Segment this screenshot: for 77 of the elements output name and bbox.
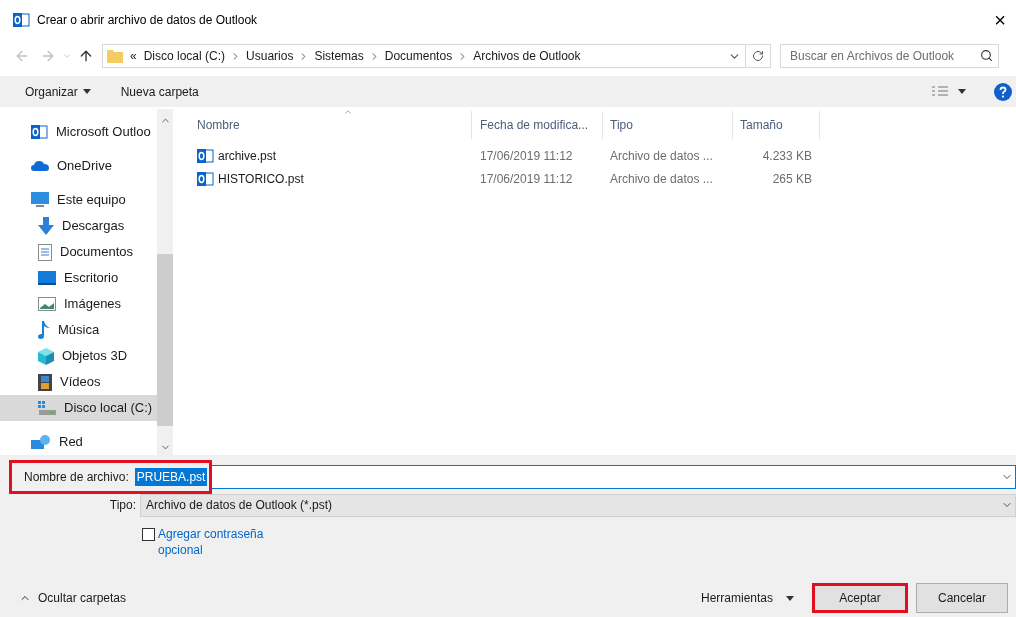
refresh-icon[interactable] [752,50,764,62]
monitor-icon [31,192,49,208]
help-icon[interactable] [994,82,1012,101]
scrollbar[interactable] [157,109,173,455]
sidebar-item[interactable]: Documentos [0,239,157,265]
column-header[interactable]: Nombre [190,111,472,139]
cloud-icon [31,160,49,172]
checkbox[interactable] [142,528,155,541]
music-note-icon [38,321,50,339]
column-header[interactable]: Fecha de modifica... [472,111,603,139]
sidebar-item[interactable]: Red [0,429,157,455]
filename-field-remainder[interactable] [212,465,1016,489]
sidebar-item[interactable]: Descargas [0,213,157,239]
search-icon [980,49,993,62]
sidebar-item[interactable]: Microsoft Outloo [0,119,157,145]
caret-icon [82,89,91,94]
dialog-button[interactable]: Cancelar [916,583,1008,613]
sidebar-item[interactable]: Objetos 3D [0,343,157,369]
sidebar-item[interactable]: Escritorio [0,265,157,291]
history-caret-icon[interactable] [62,51,72,61]
file-name[interactable]: HISTORICO.pst [218,169,304,188]
breadcrumb[interactable]: Disco local (C:) [143,47,226,65]
field-label: Nombre de archivo: [24,469,129,486]
table-cell-text: 265 KB [772,170,812,188]
table-cell: Archivo de datos ... [610,148,713,163]
hide-folders-button[interactable]: Ocultar carpetas [19,589,127,607]
sidebar-item[interactable]: Este equipo [0,187,157,213]
app-icon [13,12,30,28]
breadcrumb[interactable]: Sistemas [314,47,364,65]
address-bar[interactable]: « Disco local (C:) Usuarios Sistemas Documentos Archivos de Outlook [102,44,771,68]
breadcrumb[interactable]: Documentos [384,47,453,65]
network-icon [31,433,51,451]
sidebar-item[interactable]: Música [0,317,157,343]
dialog-button[interactable]: Aceptar [812,583,908,613]
window-title: Crear o abrir archivo de datos de Outlook [37,12,258,29]
sidebar-item[interactable]: Imágenes [0,291,157,317]
cube-icon [38,347,54,365]
film-icon [38,373,52,391]
caret-icon[interactable] [958,89,966,94]
outlook-icon [31,124,48,140]
selected-text: PRUEBA.pst [134,468,208,486]
search-field[interactable]: Buscar en Archivos de Outlook [780,44,999,68]
breadcrumb[interactable]: Usuarios [246,47,294,65]
file-name[interactable]: archive.pst [218,146,277,165]
document-icon [38,243,52,261]
up-icon[interactable] [78,48,94,64]
table-cell: Archivo de datos ... [610,171,713,186]
scroll-thumb[interactable] [157,254,173,426]
overflow-chevrons[interactable]: « [130,47,137,65]
tools-menu-button[interactable]: Herramientas [700,589,794,607]
view-options-icon[interactable] [932,85,948,98]
close-button[interactable]: × [990,10,1010,30]
sort-indicator-icon [343,107,353,117]
outlook-file-icon [197,170,214,187]
folder-icon [107,49,123,63]
sidebar-item[interactable]: Disco local (C:) [0,395,157,421]
new-folder-button[interactable]: Nueva carpeta [120,82,199,101]
back-icon[interactable] [14,48,30,64]
organize-menu-button[interactable]: Organizar [25,82,91,101]
drive-icon [38,400,56,416]
desktop-icon [38,271,56,285]
file-type-dropdown[interactable]: Archivo de datos de Outlook (*.pst) [140,493,1016,517]
table-cell: 17/06/2019 11:12 [480,148,573,163]
sidebar-item[interactable]: Vídeos [0,369,157,395]
column-header[interactable]: Tamaño [733,111,820,139]
table-cell-text: 4.233 KB [762,147,812,165]
outlook-file-icon [197,147,214,164]
column-header[interactable]: Tipo [603,111,733,139]
sidebar-item[interactable]: OneDrive [0,153,157,179]
table-cell: 17/06/2019 11:12 [480,171,573,186]
download-arrow-icon [38,217,54,235]
password-link[interactable]: Agregar contraseña opcional [158,526,278,558]
forward-icon[interactable] [40,48,56,64]
caret-icon [786,595,794,601]
field-label: Tipo: [108,497,136,514]
picture-icon [38,297,56,311]
breadcrumb[interactable]: Archivos de Outlook [473,47,581,65]
